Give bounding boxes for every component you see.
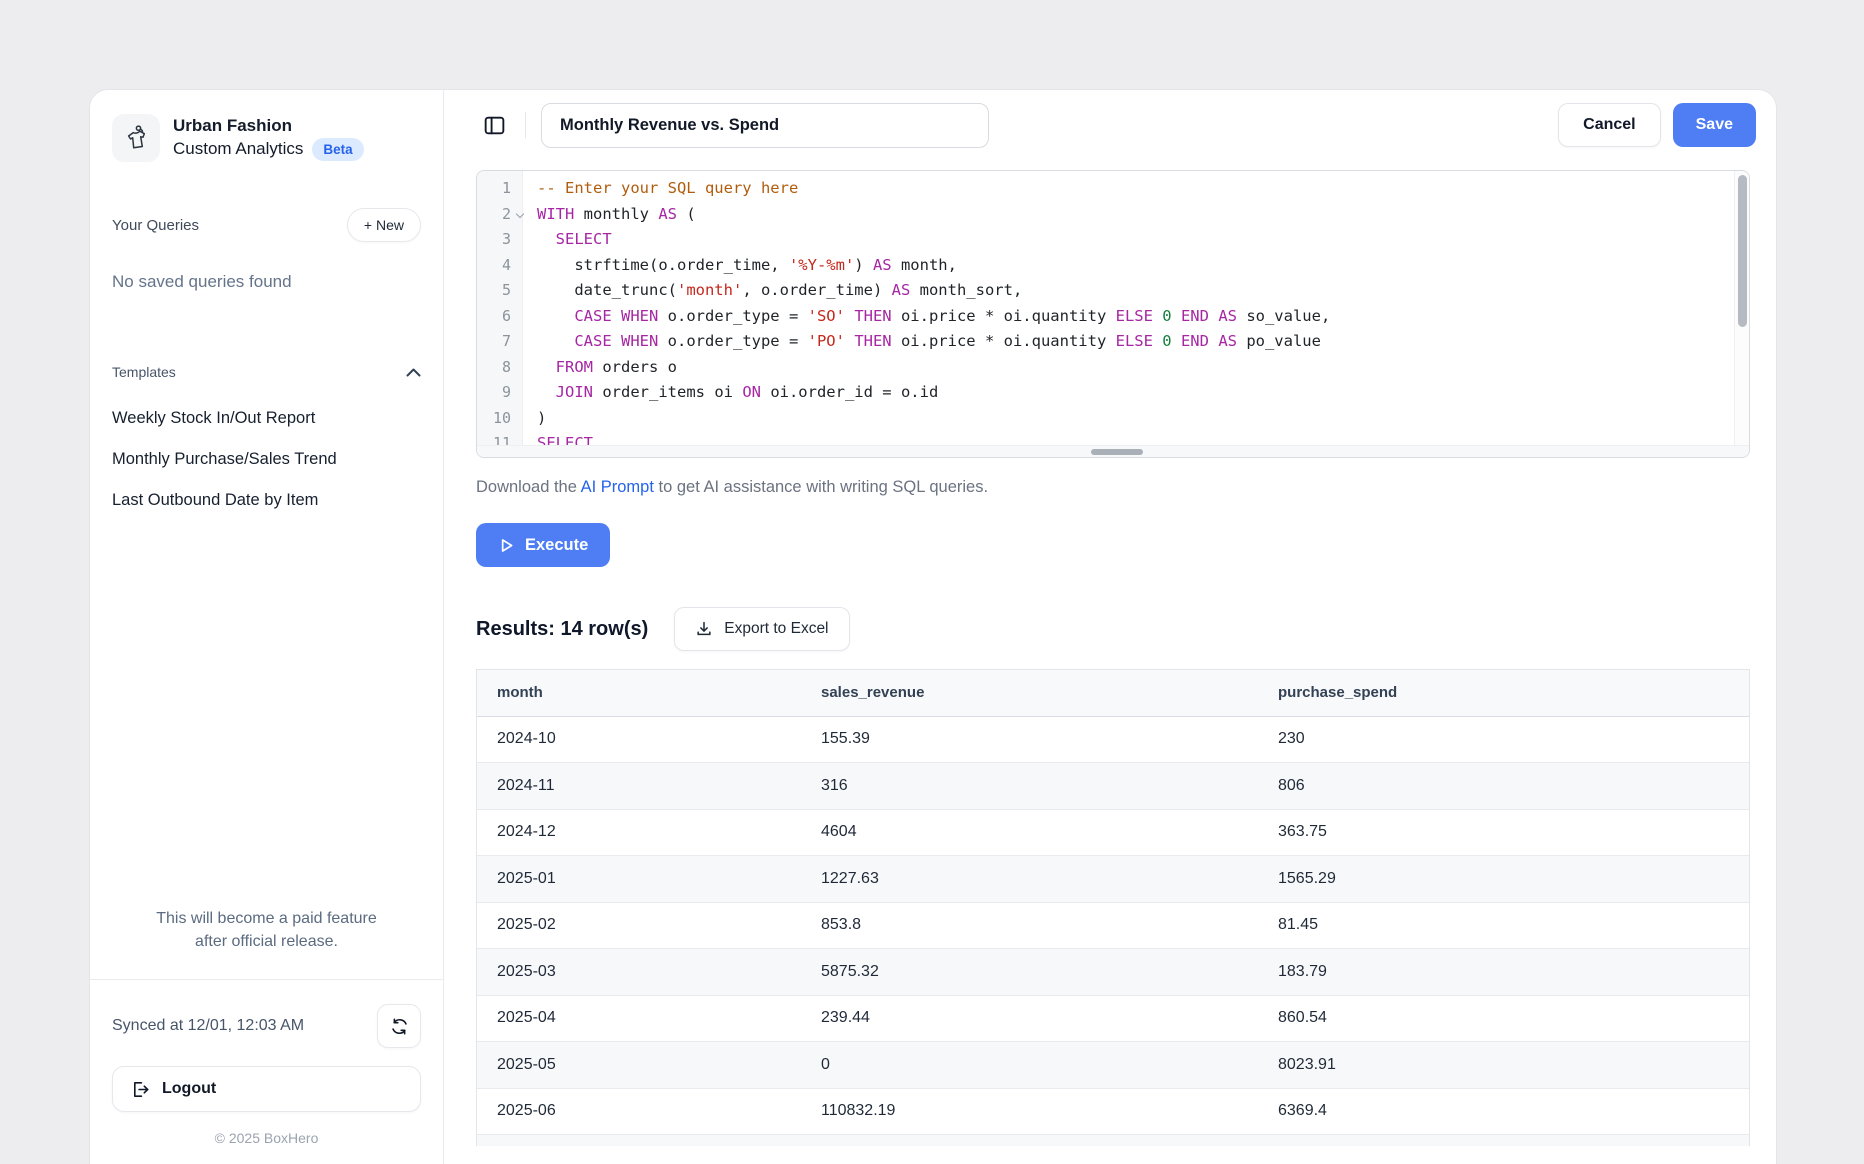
panel-left-icon xyxy=(482,113,507,138)
table-cell: 316 xyxy=(801,763,1258,810)
ai-help-text: Download the AI Prompt to get AI assista… xyxy=(476,478,1756,497)
editor-line-numbers: 1234567891011 xyxy=(477,171,523,457)
templates-header[interactable]: Templates xyxy=(112,364,421,380)
table-cell: 4604 xyxy=(801,809,1258,856)
template-item[interactable]: Weekly Stock In/Out Report xyxy=(112,398,421,439)
paid-feature-note: This will become a paid feature after of… xyxy=(141,907,393,953)
results-heading: Results: 14 row(s) xyxy=(476,618,648,641)
table-cell: 230 xyxy=(1258,716,1749,763)
topbar: Cancel Save xyxy=(476,102,1756,148)
table-row[interactable]: 2025-0508023.91 xyxy=(477,1042,1749,1089)
play-icon xyxy=(498,537,515,554)
table-row[interactable]: 2024-10155.39230 xyxy=(477,716,1749,763)
main-panel: Cancel Save 1234567891011 -- Enter your … xyxy=(444,90,1776,1164)
table-cell: 2025-04 xyxy=(477,995,801,1042)
logout-button[interactable]: Logout xyxy=(112,1066,421,1112)
query-title-input[interactable] xyxy=(541,103,989,148)
save-button[interactable]: Save xyxy=(1673,103,1756,147)
topbar-divider xyxy=(525,112,526,138)
beta-badge: Beta xyxy=(312,138,363,161)
table-header-row: monthsales_revenuepurchase_spend xyxy=(477,670,1749,716)
table-cell: 183.79 xyxy=(1258,949,1749,996)
export-to-excel-button[interactable]: Export to Excel xyxy=(674,607,849,651)
app-title: Urban Fashion xyxy=(173,115,364,138)
synced-status: Synced at 12/01, 12:03 AM xyxy=(112,1017,304,1035)
table-cell: 2025-05 xyxy=(477,1042,801,1089)
table-row[interactable]: 2024-124604363.75 xyxy=(477,809,1749,856)
sql-editor[interactable]: 1234567891011 -- Enter your SQL query he… xyxy=(476,170,1750,458)
column-header: purchase_spend xyxy=(1258,670,1749,716)
table-cell: 5875.32 xyxy=(801,949,1258,996)
template-item[interactable]: Last Outbound Date by Item xyxy=(112,480,421,521)
sidebar-toggle-button[interactable] xyxy=(476,107,512,143)
your-queries-header: Your Queries + New xyxy=(112,208,421,242)
sidebar: Urban Fashion Custom Analytics Beta Your… xyxy=(90,90,444,1164)
table-cell: 6369.4 xyxy=(1258,1088,1749,1135)
app-header: Urban Fashion Custom Analytics Beta xyxy=(112,114,421,162)
table-cell: 155.39 xyxy=(801,716,1258,763)
table-row[interactable]: 2025-06110832.196369.4 xyxy=(477,1088,1749,1135)
your-queries-label: Your Queries xyxy=(112,217,199,234)
table-row[interactable]: 2025-011227.631565.29 xyxy=(477,856,1749,903)
table-cell: 2025-02 xyxy=(477,902,801,949)
table-cell: 806 xyxy=(1258,763,1749,810)
app-window: Urban Fashion Custom Analytics Beta Your… xyxy=(90,90,1776,1164)
ai-prompt-link[interactable]: AI Prompt xyxy=(581,478,654,496)
table-cell: 2025-06 xyxy=(477,1088,801,1135)
app-logo xyxy=(112,114,160,162)
table-cell: 2025-01 xyxy=(477,856,801,903)
table-cell: 8023.91 xyxy=(1258,1042,1749,1089)
table-cell: 2025-03 xyxy=(477,949,801,996)
vertical-scrollbar-thumb[interactable] xyxy=(1738,175,1747,327)
table-cell: 110832.19 xyxy=(801,1088,1258,1135)
app-titles: Urban Fashion Custom Analytics Beta xyxy=(173,115,364,161)
table-row[interactable]: 2025-02853.881.45 xyxy=(477,902,1749,949)
execute-button[interactable]: Execute xyxy=(476,523,610,567)
table-cell: 363.75 xyxy=(1258,809,1749,856)
table-cell: 853.8 xyxy=(801,902,1258,949)
table-cell: 239.44 xyxy=(801,995,1258,1042)
templates-list: Weekly Stock In/Out ReportMonthly Purcha… xyxy=(112,398,421,521)
editor-vertical-scrollbar[interactable] xyxy=(1734,171,1749,445)
editor-code[interactable]: -- Enter your SQL query hereWITH monthly… xyxy=(523,171,1749,457)
table-cell: 81.45 xyxy=(1258,902,1749,949)
table-cell: 2024-10 xyxy=(477,716,801,763)
table-cell: 1227.63 xyxy=(801,856,1258,903)
refresh-icon xyxy=(390,1017,409,1036)
sync-row: Synced at 12/01, 12:03 AM xyxy=(112,1004,421,1048)
cancel-button[interactable]: Cancel xyxy=(1558,103,1660,147)
logout-icon xyxy=(131,1080,150,1099)
tshirt-icon xyxy=(121,123,151,153)
horizontal-scrollbar-thumb[interactable] xyxy=(1091,449,1143,455)
table-cell: 1565.29 xyxy=(1258,856,1749,903)
app-subtitle: Custom Analytics xyxy=(173,138,303,161)
results-table: monthsales_revenuepurchase_spend 2024-10… xyxy=(476,669,1750,1146)
template-item[interactable]: Monthly Purchase/Sales Trend xyxy=(112,439,421,480)
table-cell: 2024-11 xyxy=(477,763,801,810)
table-cell: 860.54 xyxy=(1258,995,1749,1042)
logout-label: Logout xyxy=(162,1080,216,1098)
templates-label: Templates xyxy=(112,364,176,380)
download-icon xyxy=(695,620,713,638)
column-header: month xyxy=(477,670,801,716)
table-partial-row xyxy=(477,1135,1749,1146)
chevron-up-icon xyxy=(406,368,421,377)
table-cell: 2024-12 xyxy=(477,809,801,856)
refresh-button[interactable] xyxy=(377,1004,421,1048)
empty-queries-message: No saved queries found xyxy=(112,272,421,292)
column-header: sales_revenue xyxy=(801,670,1258,716)
table-cell: 0 xyxy=(801,1042,1258,1089)
editor-horizontal-scrollbar[interactable] xyxy=(477,445,1749,457)
table-row[interactable]: 2024-11316806 xyxy=(477,763,1749,810)
table-row[interactable]: 2025-04239.44860.54 xyxy=(477,995,1749,1042)
table-row[interactable]: 2025-035875.32183.79 xyxy=(477,949,1749,996)
sidebar-divider xyxy=(90,979,443,980)
new-query-button[interactable]: + New xyxy=(347,208,421,242)
results-row: Results: 14 row(s) Export to Excel xyxy=(476,607,1756,651)
